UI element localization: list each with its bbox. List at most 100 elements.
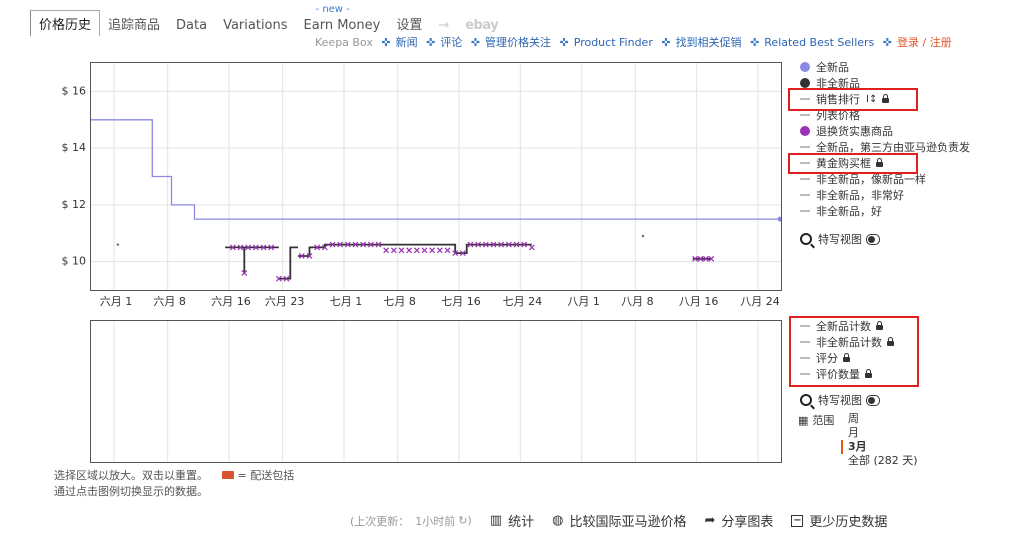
legend-item-used-good[interactable]: 非全新品，好 xyxy=(800,203,970,219)
stats-button[interactable]: ▥ 统计 xyxy=(490,511,534,530)
x-tick-label: 六月 8 xyxy=(153,295,186,308)
separator-icon: ✜ xyxy=(426,36,436,49)
series-marker-warehouse xyxy=(421,247,428,254)
compare-international-button[interactable]: ◍ 比较国际亚马逊价格 xyxy=(552,511,686,530)
legend-item-used-very-good[interactable]: 非全新品，非常好 xyxy=(800,187,970,203)
y-tick-label: $ 14 xyxy=(62,141,87,154)
series-marker-warehouse xyxy=(444,247,451,254)
series-marker-warehouse xyxy=(390,247,397,254)
legend-item-rating[interactable]: 评分 xyxy=(800,350,894,366)
range-option-week[interactable]: 周 xyxy=(848,412,918,426)
series-marker-warehouse xyxy=(406,247,413,254)
series-marker-warehouse xyxy=(429,247,436,254)
legend-dot xyxy=(800,78,810,88)
lock-icon xyxy=(843,352,850,362)
legend-item-used-count[interactable]: 非全新品计数 xyxy=(800,334,894,350)
legend-item-new[interactable]: 全新品 xyxy=(800,59,970,75)
series-line-used xyxy=(298,243,532,257)
range-options: 周 月 3月 全部 (282 天) xyxy=(841,412,918,468)
series-point-used xyxy=(641,234,645,238)
special-view-label: 特写视图 xyxy=(818,394,862,407)
price-chart-svg[interactable] xyxy=(91,63,781,290)
legend-label: 退换货实惠商品 xyxy=(816,125,893,138)
new-badge: - new - xyxy=(315,4,350,15)
separator-icon: ✜ xyxy=(470,36,481,49)
legend-label: 非全新品计数 xyxy=(816,336,882,349)
special-view-label: 特写视图 xyxy=(818,233,862,246)
last-update-value: 1小时前 xyxy=(415,514,456,528)
series-marker-warehouse xyxy=(436,247,443,254)
share-chart-button[interactable]: ➦ 分享图表 xyxy=(704,511,773,530)
range-option-all[interactable]: 全部 (282 天) xyxy=(848,454,918,468)
series-line-used xyxy=(278,246,298,280)
series-line-new xyxy=(91,119,781,220)
legend-dash xyxy=(800,373,810,375)
legend-item-review-count[interactable]: 评价数量 xyxy=(800,366,894,382)
legend-dot xyxy=(800,126,810,136)
legend-dash xyxy=(800,341,810,343)
share-icon: ➦ xyxy=(704,513,716,528)
legend-item-warehouse-deals[interactable]: 退换货实惠商品 xyxy=(800,123,970,139)
x-tick-label: 七月 16 xyxy=(441,295,481,308)
legend-label: 全新品计数 xyxy=(816,320,871,333)
toggle-icon[interactable] xyxy=(866,394,880,406)
keepa-box-label: Keepa Box xyxy=(315,36,373,49)
link-related-deals[interactable]: 找到相关促销 xyxy=(676,36,742,49)
link-login-register[interactable]: 登录 / 注册 xyxy=(897,36,952,49)
x-tick-label: 七月 8 xyxy=(383,295,416,308)
legend-dash xyxy=(800,178,810,180)
shipping-note: = 配送包括 xyxy=(237,469,295,482)
link-news[interactable]: 新闻 xyxy=(396,36,418,49)
zoom-instruction: 选择区域以放大。双击以重置。 xyxy=(54,469,208,482)
bottom-toolbar: (上次更新： 1小时前 ↻) ▥ 统计 ◍ 比较国际亚马逊价格 ➦ 分享图表 − 更少历… xyxy=(350,511,887,530)
legend-instruction: 通过点击图例切换显示的数据。 xyxy=(54,485,208,498)
legend-dash xyxy=(800,210,810,212)
price-chart[interactable] xyxy=(90,62,782,291)
link-product-finder[interactable]: Product Finder xyxy=(574,36,653,49)
highlight-buy-box xyxy=(788,153,918,174)
legend-stats: 全新品计数 非全新品计数 评分 评价数量 特写视图 xyxy=(800,318,894,408)
special-view-toggle[interactable]: 特写视图 xyxy=(800,231,970,247)
series-marker-warehouse xyxy=(528,244,535,251)
range-option-3months[interactable]: 3月 xyxy=(841,440,918,454)
series-line-used xyxy=(225,246,279,273)
special-view-toggle-stats[interactable]: 特写视图 xyxy=(800,392,894,408)
legend-item-new-count[interactable]: 全新品计数 xyxy=(800,318,894,334)
tab-earn-money[interactable]: - new - Earn Money xyxy=(296,4,389,36)
stats-chart-svg[interactable] xyxy=(91,321,781,462)
legend-label: 非全新品，好 xyxy=(816,205,882,218)
refresh-icon[interactable]: ↻) xyxy=(458,514,472,527)
y-tick-label: $ 10 xyxy=(62,255,87,268)
series-marker-warehouse xyxy=(383,247,390,254)
legend-dash xyxy=(800,114,810,116)
highlight-sales-rank xyxy=(788,88,918,111)
legend-label: 非全新品，非常好 xyxy=(816,189,904,202)
link-reviews[interactable]: 评论 xyxy=(440,36,462,49)
range-option-month[interactable]: 月 xyxy=(848,426,918,440)
legend-dash xyxy=(800,325,810,327)
tab-variations[interactable]: Variations xyxy=(215,15,295,36)
tab-tracked-products[interactable]: 追踪商品 xyxy=(100,11,168,36)
range-label-group: ▦ 范围 xyxy=(798,412,834,428)
x-tick-label: 六月 23 xyxy=(265,295,305,308)
toggle-icon[interactable] xyxy=(866,233,880,245)
link-related-best-sellers[interactable]: Related Best Sellers xyxy=(764,36,874,49)
truck-icon xyxy=(221,471,234,479)
tab-settings[interactable]: 设置 xyxy=(388,11,430,36)
less-history-button[interactable]: − 更少历史数据 xyxy=(791,511,887,530)
series-marker-warehouse xyxy=(413,247,420,254)
lock-icon xyxy=(876,320,883,330)
link-manage-price-watch[interactable]: 管理价格关注 xyxy=(485,36,551,49)
tab-price-history[interactable]: 价格历史 xyxy=(30,10,101,36)
x-tick-label: 六月 16 xyxy=(211,295,251,308)
tab-data[interactable]: Data xyxy=(168,15,215,36)
stats-chart[interactable] xyxy=(90,320,782,463)
separator-icon: ✜ xyxy=(661,36,671,49)
legend-dash xyxy=(800,357,810,359)
x-tick-label: 八月 1 xyxy=(567,295,600,308)
calendar-icon: ▦ xyxy=(798,414,809,427)
x-tick-label: 六月 1 xyxy=(100,295,133,308)
lock-icon xyxy=(865,368,872,378)
x-tick-label: 七月 1 xyxy=(330,295,363,308)
tab-ebay[interactable]: ebay xyxy=(457,15,506,36)
